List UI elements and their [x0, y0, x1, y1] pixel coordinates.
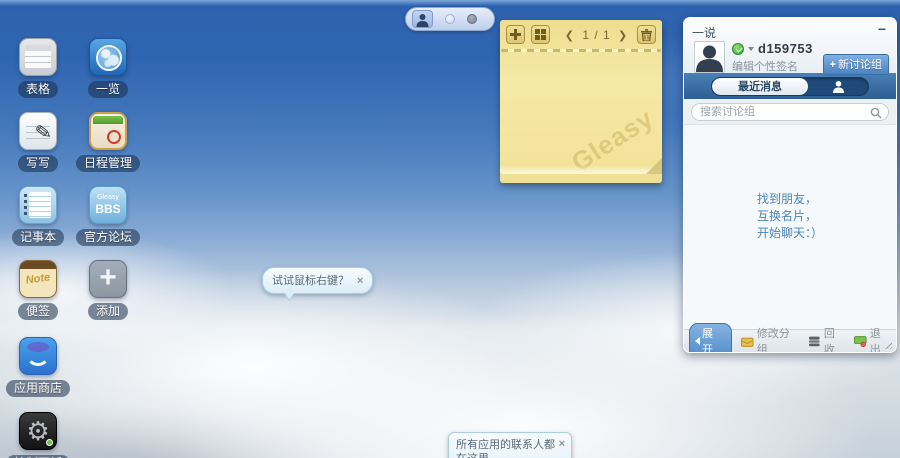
person-icon — [416, 14, 429, 27]
icon-label: 添加 — [87, 303, 128, 320]
messenger-panel: 一说 − d159753 编辑个性签名 + 新讨论组 最近消息 搜索讨论组 找到… — [683, 17, 897, 353]
gear-icon: ⚙ — [19, 412, 57, 450]
icon-label: 应用商店 — [5, 380, 70, 397]
close-icon[interactable]: × — [559, 437, 565, 451]
desktop-icon-spreadsheet[interactable]: 表格 — [2, 38, 74, 98]
desktop-icon-browser[interactable]: 一览 — [72, 38, 144, 98]
desktop-icon-add[interactable]: + 添加 — [72, 260, 144, 320]
avatar-silhouette-icon — [696, 45, 723, 72]
expand-button[interactable]: 展开 — [689, 322, 733, 352]
notebook-icon — [19, 186, 57, 224]
messenger-footer: 展开 修改分组 回收 退出 — [684, 322, 896, 352]
bbs-icon: Gleasy BBS — [89, 186, 127, 224]
desktop-background: 表格 一览 ✎ 写写 日程管理 记事本 Gleasy BBS 官方论坛 Note… — [0, 0, 900, 458]
modify-groups-button[interactable]: 修改分组 — [741, 325, 799, 352]
desktop-icon-notepad[interactable]: 记事本 — [2, 186, 74, 246]
note-page-indicator: 1 / 1 — [582, 27, 611, 42]
spreadsheet-icon — [19, 38, 57, 76]
close-icon[interactable]: × — [357, 275, 363, 287]
icon-label: 记事本 — [11, 229, 64, 246]
icon-label: 便签 — [17, 303, 58, 320]
note-text-area[interactable]: Gleasy — [500, 52, 662, 178]
search-row — [684, 99, 896, 125]
contact-list-area: 找到朋友， 互换名片， 开始聊天：） — [684, 125, 896, 329]
right-click-tooltip: 试试鼠标右键？ × — [262, 267, 374, 294]
messenger-header: 一说 − d159753 编辑个性签名 + 新讨论组 — [684, 18, 896, 75]
desktop-icon-forum[interactable]: Gleasy BBS 官方论坛 — [72, 186, 144, 246]
tooltip-line1: 所有应用的联系人都在这里， — [456, 439, 555, 458]
panel-title: 一说 — [692, 26, 717, 40]
tab-contacts[interactable] — [808, 78, 868, 95]
archive-icon — [809, 336, 820, 346]
icon-label: 表格 — [17, 81, 58, 98]
plus-icon — [510, 29, 521, 40]
empty-hint-line3[interactable]: 开始聊天：） — [757, 225, 823, 242]
tooltip-text: 试试鼠标右键？ — [272, 275, 349, 287]
note-prev-button[interactable]: ❮ — [562, 30, 578, 42]
empty-hint-line1[interactable]: 找到朋友， — [757, 191, 823, 208]
icon-label: 写写 — [17, 155, 58, 172]
logout-icon — [854, 335, 867, 347]
grid-icon — [535, 29, 546, 40]
tab-recent-messages[interactable]: 最近消息 — [712, 77, 808, 95]
note-delete-button[interactable] — [637, 25, 656, 44]
desktop-icon-controlpanel[interactable]: ⚙ 控制面板 — [2, 412, 74, 458]
widget-dot-1[interactable] — [445, 14, 455, 24]
username: d159753 — [758, 41, 813, 56]
trash-icon — [641, 28, 652, 41]
folder-edit-icon — [741, 337, 754, 347]
desktop-icon-schedule[interactable]: 日程管理 — [72, 112, 144, 172]
plus-icon: + — [89, 260, 127, 298]
note-icon: Note — [19, 260, 57, 298]
desktop-icon-appstore[interactable]: 应用商店 — [2, 337, 74, 397]
search-input[interactable] — [700, 105, 866, 118]
messenger-tab-bar: 最近消息 — [684, 73, 896, 99]
search-box[interactable] — [691, 102, 889, 121]
desktop-icon-writer[interactable]: ✎ 写写 — [2, 112, 74, 172]
left-triangle-icon — [695, 336, 700, 345]
icon-label: 一览 — [87, 81, 128, 98]
empty-hint-line2[interactable]: 互换名片， — [757, 208, 823, 225]
note-page-curl — [646, 158, 662, 174]
sticky-note-toolbar: ❮ 1 / 1 ❯ — [500, 20, 662, 49]
widget-switcher — [405, 7, 495, 31]
note-grid-button[interactable] — [531, 25, 550, 44]
pencil-pad-icon: ✎ — [19, 112, 57, 150]
person-icon — [832, 80, 844, 93]
note-pager: ❮ 1 / 1 ❯ — [556, 28, 637, 42]
desktop-icon-sticky[interactable]: Note 便签 — [2, 260, 74, 320]
user-avatar[interactable] — [694, 41, 725, 73]
search-icon — [870, 107, 882, 118]
note-add-button[interactable] — [506, 25, 525, 44]
contacts-hint-tooltip: × 所有应用的联系人都在这里， 统一添加 — [448, 432, 572, 458]
contacts-widget-button[interactable] — [412, 10, 433, 28]
appstore-icon — [19, 337, 57, 375]
icon-label: 日程管理 — [75, 155, 140, 172]
minimize-button[interactable]: − — [878, 22, 886, 36]
new-discussion-group-button[interactable]: + 新讨论组 — [822, 54, 889, 75]
status-dropdown-caret[interactable] — [748, 46, 754, 51]
edit-signature-link[interactable]: 编辑个性签名 — [732, 58, 798, 74]
calendar-icon — [89, 112, 127, 150]
plus-icon: + — [829, 59, 836, 71]
note-next-button[interactable]: ❯ — [615, 30, 631, 42]
widget-dot-2[interactable] — [467, 14, 477, 24]
globe-icon — [89, 38, 127, 76]
icon-label: 官方论坛 — [75, 229, 140, 246]
online-status-icon[interactable] — [732, 42, 744, 55]
recycle-button[interactable]: 回收 — [808, 325, 845, 352]
sticky-note-widget[interactable]: ❮ 1 / 1 ❯ Gleasy — [500, 20, 662, 183]
